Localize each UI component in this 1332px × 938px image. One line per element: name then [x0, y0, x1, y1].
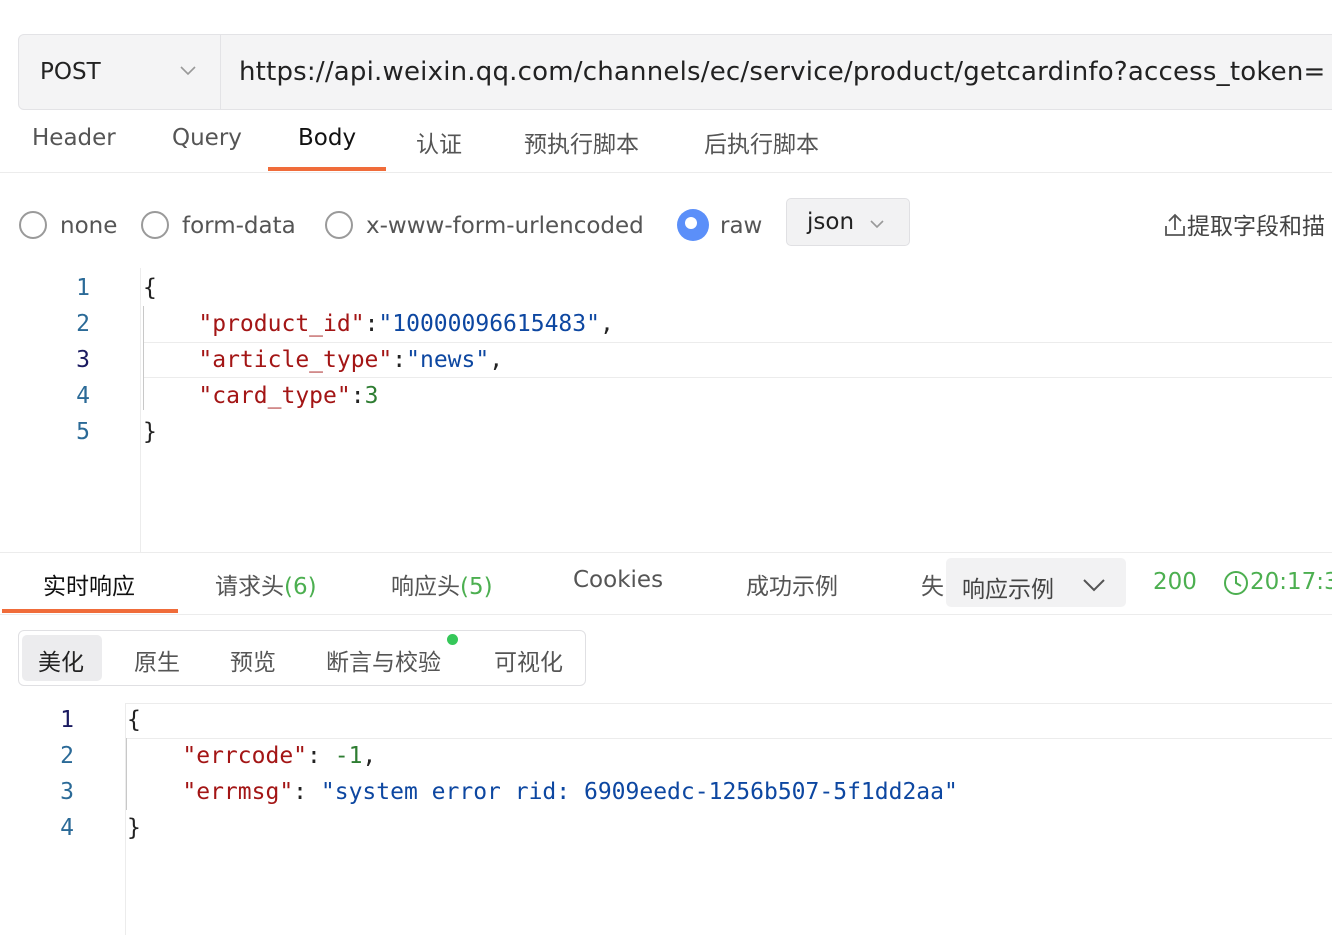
extract-label: 提取字段和描 [1187, 214, 1325, 240]
view-tab-assertions[interactable]: 断言与校验 [326, 643, 441, 677]
status-dot [447, 634, 458, 645]
line-number: 1 [76, 275, 90, 301]
view-tab-preview[interactable]: 预览 [230, 643, 276, 677]
radio-form-data-label: form-data [182, 213, 296, 239]
tab-fail-example[interactable]: 失 [921, 567, 944, 601]
tab-cookies[interactable]: Cookies [573, 567, 663, 593]
brace: } [143, 419, 157, 445]
code-line: } [127, 815, 141, 841]
line-number: 2 [76, 311, 90, 337]
tab-realtime-response[interactable]: 实时响应 [43, 567, 135, 601]
radio-urlencoded[interactable] [325, 211, 353, 239]
request-bar: POST https://api.weixin.qq.com/channels/… [18, 34, 1332, 110]
tab-body[interactable]: Body [298, 125, 356, 151]
active-tab-indicator [2, 609, 178, 613]
tab-auth[interactable]: 认证 [416, 125, 462, 159]
clock-icon [1224, 571, 1248, 595]
json-number: -1 [334, 743, 363, 769]
format-select-label: json [807, 209, 855, 235]
radio-raw-label: raw [720, 213, 763, 239]
tab-request-headers[interactable]: 请求头(6) [215, 567, 317, 601]
json-string: "10000096615483" [378, 311, 600, 337]
radio-form-data[interactable] [141, 211, 169, 239]
json-string: "system error rid: 6909eedc-1256b507-5f1… [320, 779, 958, 805]
chevron-down-icon [870, 220, 884, 229]
brace: } [127, 815, 141, 841]
url-input[interactable]: https://api.weixin.qq.com/channels/ec/se… [239, 57, 1326, 87]
line-number: 5 [76, 419, 90, 445]
chevron-down-icon [180, 66, 196, 76]
json-key: "product_id" [198, 311, 365, 337]
radio-none[interactable] [19, 211, 47, 239]
code-line[interactable]: { [143, 275, 157, 301]
brace: { [127, 707, 141, 733]
count-badge: (6) [284, 574, 317, 600]
code-line: "errcode": -1, [182, 743, 377, 769]
tab-query[interactable]: Query [172, 125, 242, 151]
tab-label: 响应头 [391, 574, 460, 600]
radio-urlencoded-label: x-www-form-urlencoded [366, 213, 644, 239]
tab-pre-script[interactable]: 预执行脚本 [524, 125, 639, 159]
line-number: 2 [60, 743, 74, 769]
response-example-label: 响应示例 [962, 577, 1054, 603]
line-number: 3 [60, 779, 74, 805]
tab-success-example[interactable]: 成功示例 [746, 567, 838, 601]
chevron-down-icon [1083, 579, 1105, 592]
method-label: POST [40, 59, 101, 85]
line-number: 4 [76, 383, 90, 409]
divider [0, 552, 1332, 553]
code-line[interactable]: "product_id":"10000096615483", [143, 311, 613, 337]
json-key: "errcode" [182, 743, 308, 769]
status-code: 200 [1153, 569, 1197, 595]
active-tab-indicator [268, 167, 386, 171]
divider [0, 172, 1332, 173]
count-badge: (5) [460, 574, 493, 600]
view-tab-pretty[interactable]: 美化 [38, 643, 84, 677]
gutter-divider [140, 268, 141, 552]
line-number: 4 [60, 815, 74, 841]
brace: { [143, 275, 157, 301]
code-line[interactable]: "article_type":"news", [143, 347, 503, 373]
code-line[interactable]: } [143, 419, 157, 445]
json-key: "article_type" [198, 347, 393, 373]
divider [0, 614, 1332, 615]
current-line-highlight [126, 703, 1332, 739]
method-select[interactable]: POST [19, 35, 221, 109]
tab-response-headers[interactable]: 响应头(5) [391, 567, 493, 601]
tab-header[interactable]: Header [32, 125, 116, 151]
json-key: "card_type" [198, 383, 351, 409]
format-select[interactable]: json [786, 198, 910, 246]
json-key: "errmsg" [182, 779, 294, 805]
response-time: 20:17:3 [1250, 569, 1332, 595]
line-number: 1 [60, 707, 74, 733]
radio-none-label: none [60, 213, 118, 239]
tab-post-script[interactable]: 后执行脚本 [704, 125, 819, 159]
json-string: "news" [406, 347, 490, 373]
response-example-select[interactable]: 响应示例 [946, 558, 1126, 607]
line-number: 3 [76, 347, 90, 373]
tab-label: 请求头 [215, 574, 284, 600]
view-tab-visualize[interactable]: 可视化 [494, 643, 563, 677]
radio-raw[interactable] [677, 209, 709, 241]
extract-fields-button[interactable]: 提取字段和描 [1163, 207, 1325, 241]
code-line: "errmsg": "system error rid: 6909eedc-12… [182, 779, 958, 805]
upload-icon [1165, 213, 1185, 236]
code-line[interactable]: "card_type":3 [143, 383, 378, 409]
json-number: 3 [364, 383, 379, 409]
code-line: { [127, 707, 141, 733]
view-tab-raw[interactable]: 原生 [134, 643, 180, 677]
